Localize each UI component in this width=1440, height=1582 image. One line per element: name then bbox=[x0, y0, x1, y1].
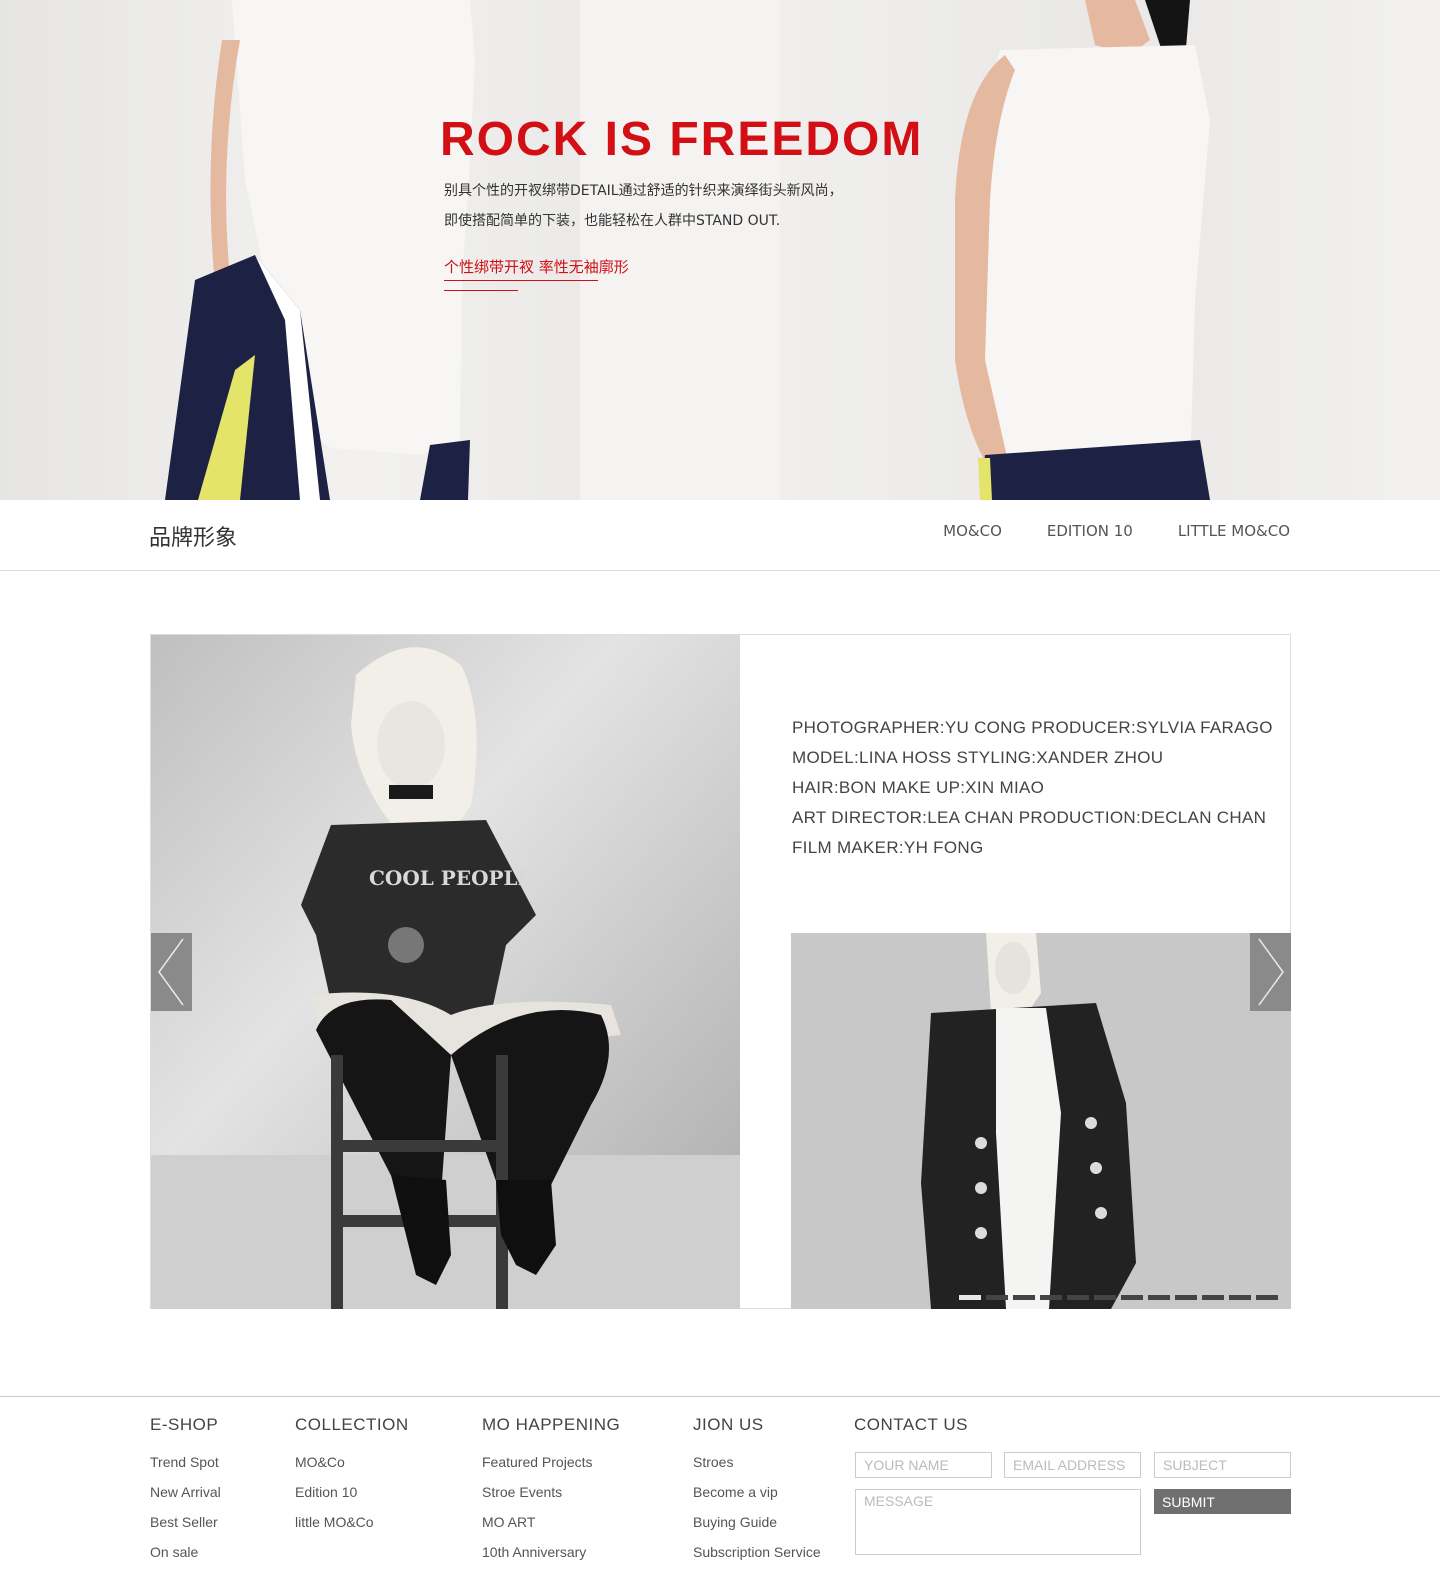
submit-button[interactable]: SUBMIT bbox=[1154, 1489, 1291, 1514]
slide-dot[interactable] bbox=[1040, 1295, 1062, 1300]
footer-link[interactable]: Become a vip bbox=[693, 1477, 821, 1507]
footer-col-eshop: E-SHOP Trend Spot New Arrival Best Selle… bbox=[150, 1415, 221, 1567]
footer-link[interactable]: Buying Guide bbox=[693, 1507, 821, 1537]
footer-link[interactable]: New Arrival bbox=[150, 1477, 221, 1507]
slide-dot[interactable] bbox=[1202, 1295, 1224, 1300]
brand-title: 品牌形象 bbox=[149, 526, 238, 551]
side-lookbook-photo bbox=[791, 933, 1291, 1309]
footer-col-happening: MO HAPPENING Featured Projects Stroe Eve… bbox=[482, 1415, 620, 1567]
hero-desc-line1: 别具个性的开衩绑带DETAIL通过舒适的针织来演绎街头新风尚， bbox=[444, 183, 843, 199]
footer-link[interactable]: Edition 10 bbox=[295, 1477, 409, 1507]
footer-col-join: JION US Stroes Become a vip Buying Guide… bbox=[693, 1415, 821, 1567]
footer-link[interactable]: Featured Projects bbox=[482, 1447, 620, 1477]
slide-dot[interactable] bbox=[1121, 1295, 1143, 1300]
hero-models-image bbox=[165, 0, 1210, 500]
footer-heading: COLLECTION bbox=[295, 1415, 409, 1434]
footer-link[interactable]: Stroes bbox=[693, 1447, 821, 1477]
footer-heading: MO HAPPENING bbox=[482, 1415, 621, 1434]
brand-links: MO&CO EDITION 10 LITTLE MO&CO bbox=[943, 522, 1290, 540]
footer-link[interactable]: Best Seller bbox=[150, 1507, 221, 1537]
footer-link[interactable]: MO ART bbox=[482, 1507, 620, 1537]
footer-link[interactable]: MO&Co bbox=[295, 1447, 409, 1477]
footer-col-contact: CONTACT US bbox=[854, 1415, 968, 1447]
footer-link[interactable]: On sale bbox=[150, 1537, 221, 1567]
footer-link[interactable]: Subscription Service bbox=[693, 1537, 821, 1567]
slide-indicator bbox=[959, 1295, 1278, 1300]
slide-dot[interactable] bbox=[1175, 1295, 1197, 1300]
footer: E-SHOP Trend Spot New Arrival Best Selle… bbox=[0, 1396, 1440, 1582]
credit-line: MODEL:LINA HOSS STYLING:XANDER ZHOU bbox=[792, 748, 1164, 767]
hero-banner: ROCK IS FREEDOM 别具个性的开衩绑带DETAIL通过舒适的针织来演… bbox=[0, 0, 1440, 500]
seated-model-image: COOL PEOPLE bbox=[151, 635, 740, 1309]
footer-heading: JION US bbox=[693, 1415, 764, 1434]
photo-credits: PHOTOGRAPHER:YU CONG PRODUCER:SYLVIA FAR… bbox=[792, 713, 1273, 863]
slide-dot[interactable] bbox=[1256, 1295, 1278, 1300]
footer-col-collection: COLLECTION MO&Co Edition 10 little MO&Co bbox=[295, 1415, 409, 1537]
hero-link-underline bbox=[444, 280, 598, 281]
main-lookbook-photo: COOL PEOPLE bbox=[151, 635, 740, 1309]
footer-link[interactable]: little MO&Co bbox=[295, 1507, 409, 1537]
slide-dot[interactable] bbox=[986, 1295, 1008, 1300]
slide-dot[interactable] bbox=[1229, 1295, 1251, 1300]
credit-line: FILM MAKER:YH FONG bbox=[792, 838, 984, 857]
subject-field[interactable] bbox=[1154, 1452, 1291, 1478]
slide-dot[interactable] bbox=[1094, 1295, 1116, 1300]
hero-description: 别具个性的开衩绑带DETAIL通过舒适的针织来演绎街头新风尚， 即使搭配简单的下… bbox=[444, 176, 843, 236]
tee-graphic-text: COOL PEOPLE bbox=[369, 866, 533, 890]
credit-line: HAIR:BON MAKE UP:XIN MIAO bbox=[792, 778, 1045, 797]
brand-nav: 品牌形象 MO&CO EDITION 10 LITTLE MO&CO bbox=[0, 500, 1440, 571]
hero-link-underline-short bbox=[444, 290, 518, 291]
credit-line: PHOTOGRAPHER:YU CONG PRODUCER:SYLVIA FAR… bbox=[792, 718, 1273, 737]
email-field[interactable] bbox=[1004, 1452, 1141, 1478]
slide-dot[interactable] bbox=[959, 1295, 981, 1300]
slide-dot[interactable] bbox=[1148, 1295, 1170, 1300]
footer-link[interactable]: Trend Spot bbox=[150, 1447, 221, 1477]
hero-desc-line2: 即使搭配简单的下装，也能轻松在人群中STAND OUT. bbox=[444, 213, 781, 229]
nav-link-edition10[interactable]: EDITION 10 bbox=[1047, 522, 1133, 540]
lookbook-gallery: COOL PEOPLE PHOTOGRAPHER:YU CONG PRODUCE… bbox=[150, 634, 1291, 1309]
hero-link[interactable]: 个性绑带开衩 率性无袖廓形 bbox=[444, 256, 629, 277]
slide-dot[interactable] bbox=[1013, 1295, 1035, 1300]
slide-dot[interactable] bbox=[1067, 1295, 1089, 1300]
message-field[interactable] bbox=[855, 1489, 1141, 1555]
footer-heading: E-SHOP bbox=[150, 1415, 219, 1434]
hero-title: ROCK IS FREEDOM bbox=[440, 113, 924, 166]
chevron-left-icon bbox=[158, 938, 184, 1006]
credit-line: ART DIRECTOR:LEA CHAN PRODUCTION:DECLAN … bbox=[792, 808, 1267, 827]
nav-link-little-moco[interactable]: LITTLE MO&CO bbox=[1178, 522, 1290, 540]
next-slide-button[interactable] bbox=[1250, 933, 1291, 1011]
nav-link-moco[interactable]: MO&CO bbox=[943, 522, 1002, 540]
footer-heading: CONTACT US bbox=[854, 1415, 968, 1434]
prev-slide-button[interactable] bbox=[151, 933, 192, 1011]
chevron-right-icon bbox=[1258, 938, 1284, 1006]
footer-link[interactable]: 10th Anniversary bbox=[482, 1537, 620, 1567]
blazer-model-image bbox=[791, 933, 1291, 1309]
name-field[interactable] bbox=[855, 1452, 992, 1478]
footer-link[interactable]: Stroe Events bbox=[482, 1477, 620, 1507]
